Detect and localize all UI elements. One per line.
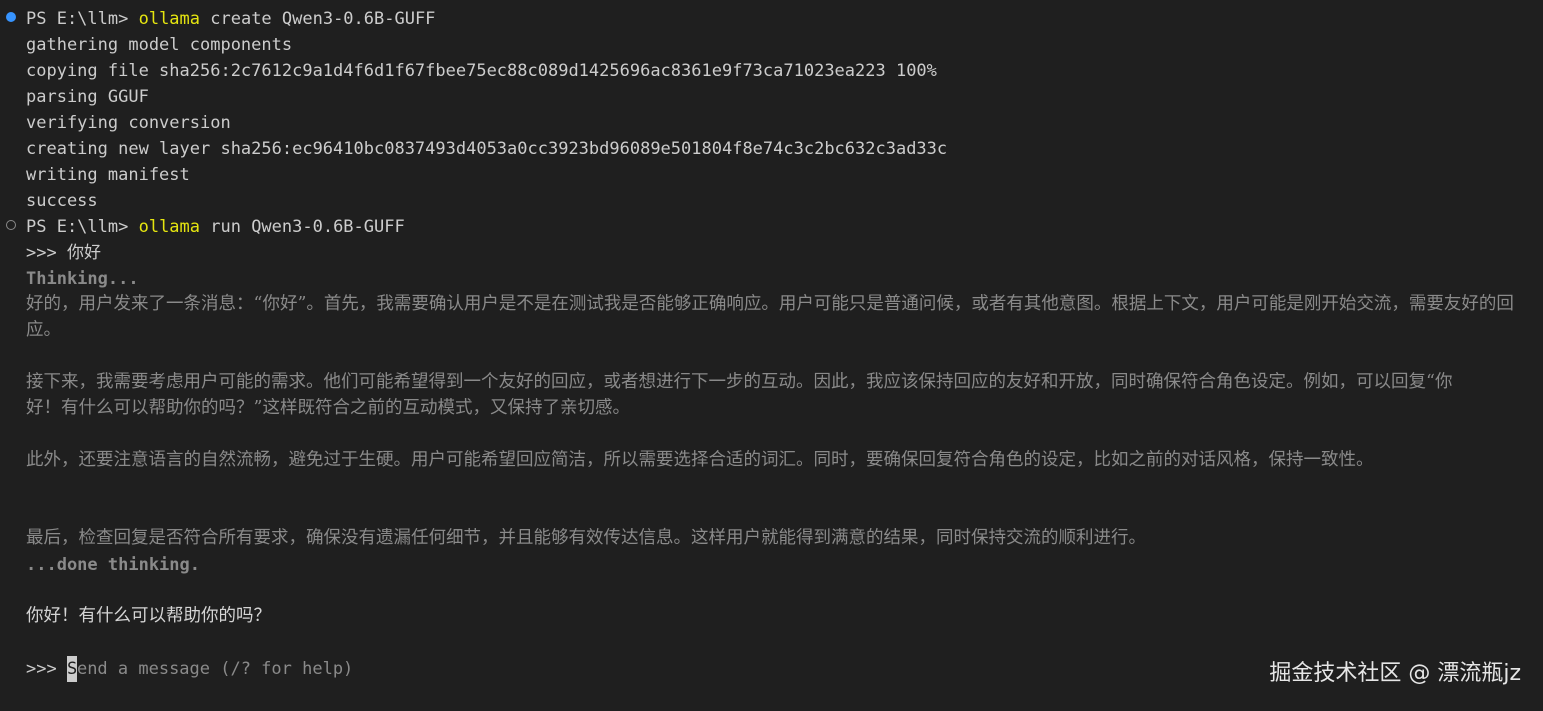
output-line: verifying conversion <box>26 113 231 133</box>
output-line: success <box>26 191 98 211</box>
command-args: run Qwen3-0.6B-GUFF <box>200 217 405 237</box>
command-args: create Qwen3-0.6B-GUFF <box>200 9 436 29</box>
chat-input-line[interactable]: >>> Send a message (/? for help) <box>26 656 353 682</box>
shell-prompt: PS E:\llm> <box>26 217 139 237</box>
chat-prompt-marker: >>> <box>26 243 67 263</box>
chat-input-placeholder[interactable]: end a message (/? for help) <box>77 659 353 679</box>
command-name: ollama <box>138 9 201 29</box>
chat-input-marker: >>> <box>26 659 67 679</box>
thinking-paragraph: 好的，用户发来了一条消息：“你好”。首先，我需要确认用户是不是在测试我是否能够正… <box>26 294 1514 340</box>
command-line-run: PS E:\llm> ollama run Qwen3-0.6B-GUFF <box>26 214 405 240</box>
thinking-paragraph: 此外，还要注意语言的自然流畅，避免过于生硬。用户可能希望回应简洁，所以需要选择合… <box>26 450 1374 470</box>
command-status-icon[interactable] <box>6 12 16 22</box>
user-message-line: >>> 你好 <box>26 240 101 266</box>
command-status-icon[interactable] <box>6 220 16 230</box>
thinking-paragraph: 最后，检查回复是否符合所有要求，确保没有遗漏任何细节，并且能够有效传达信息。这样… <box>26 528 1146 548</box>
command-line-create: PS E:\llm> ollama create Qwen3-0.6B-GUFF <box>26 6 435 32</box>
output-line: creating new layer sha256:ec96410bc08374… <box>26 139 948 159</box>
terminal-panel[interactable]: PS E:\llm> ollama create Qwen3-0.6B-GUFF… <box>0 0 1543 711</box>
thinking-paragraph: 接下来，我需要考虑用户可能的需求。他们可能希望得到一个友好的回应，或者想进行下一… <box>26 372 1453 418</box>
output-line: gathering model components <box>26 35 293 55</box>
command-name: ollama <box>138 217 201 237</box>
thinking-end: ...done thinking. <box>26 555 200 575</box>
shell-prompt: PS E:\llm> <box>26 9 139 29</box>
output-line: writing manifest <box>26 165 190 185</box>
user-message: 你好 <box>66 243 101 263</box>
text-cursor: S <box>66 656 77 682</box>
output-line: copying file sha256:2c7612c9a1d4f6d1f67f… <box>26 61 937 81</box>
output-line: parsing GGUF <box>26 87 149 107</box>
watermark: 掘金技术社区 @ 漂流瓶jz <box>1269 661 1521 686</box>
assistant-reply: 你好！有什么可以帮助你的吗？ <box>26 606 271 626</box>
thinking-start: Thinking... <box>26 269 139 289</box>
